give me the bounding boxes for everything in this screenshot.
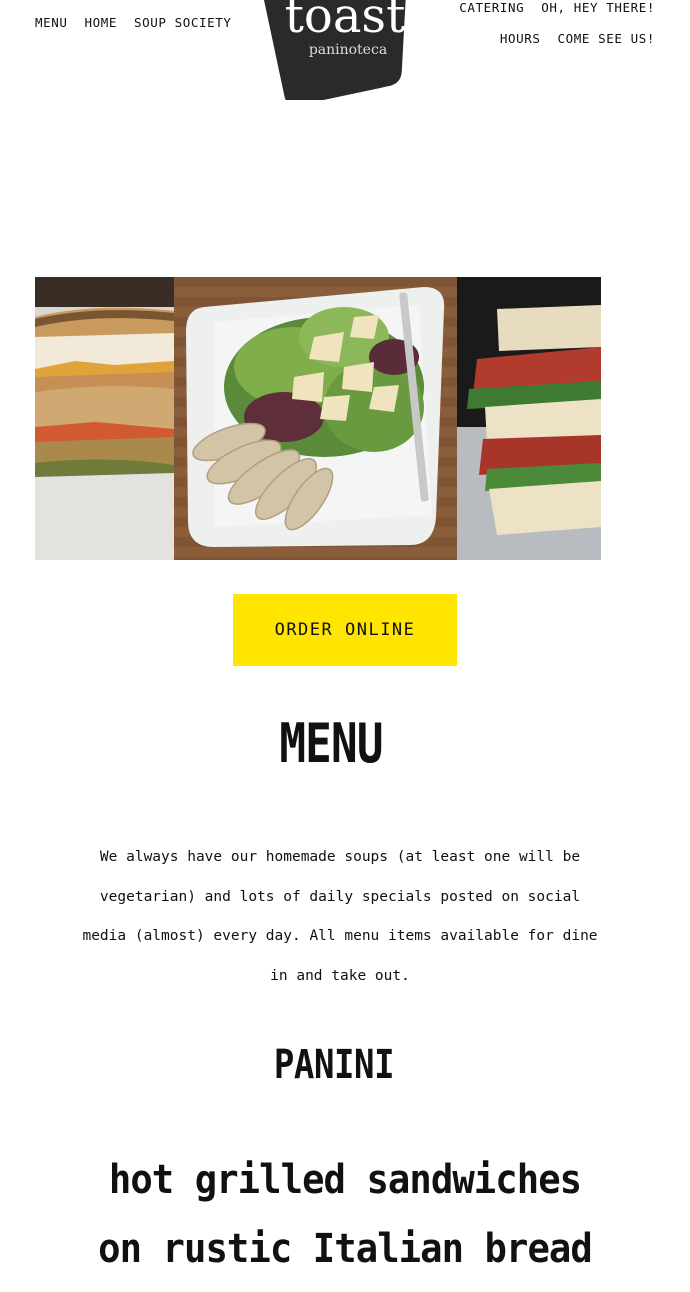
section-title-panini: PANINI [273, 1042, 395, 1088]
site-logo[interactable]: toast paninoteca [262, 0, 426, 106]
section-subtitle-panini: hot grilled sandwiches on rustic Italian… [24, 1146, 666, 1284]
subtitle-line-2: on rustic Italian bread [98, 1226, 593, 1272]
primary-nav-left: MENU HOME SOUP SOCIETY [35, 15, 232, 30]
page-title: MENU [279, 712, 383, 775]
gallery-image-blt [457, 277, 601, 560]
nav-link-catering[interactable]: CATERING [459, 0, 524, 31]
order-online-button[interactable]: ORDER ONLINE [233, 594, 457, 666]
nav-link-oh-hey-there[interactable]: OH, HEY THERE! [541, 0, 655, 31]
nav-link-soup-society[interactable]: SOUP SOCIETY [134, 15, 232, 30]
nav-right-row-2: HOURS COME SEE US! [459, 31, 655, 62]
menu-intro-text: We always have our homemade soups (at le… [82, 849, 598, 985]
nav-link-hours[interactable]: HOURS [500, 31, 541, 62]
subtitle-line-1: hot grilled sandwiches [108, 1157, 582, 1203]
gallery-image-salad [174, 277, 457, 560]
nav-link-menu[interactable]: MENU [35, 15, 68, 30]
primary-nav-right: CATERING OH, HEY THERE! HOURS COME SEE U… [459, 0, 655, 62]
logo-wordmark: toast [285, 0, 406, 44]
nav-link-come-see-us[interactable]: COME SEE US! [557, 31, 655, 62]
nav-right-row-1: CATERING OH, HEY THERE! [459, 0, 655, 31]
logo-tagline: paninoteca [309, 42, 387, 58]
toast-logo-icon: toast paninoteca [262, 0, 408, 106]
nav-link-home[interactable]: HOME [85, 15, 118, 30]
photo-gallery[interactable] [35, 277, 601, 560]
gallery-image-panini [35, 277, 174, 560]
